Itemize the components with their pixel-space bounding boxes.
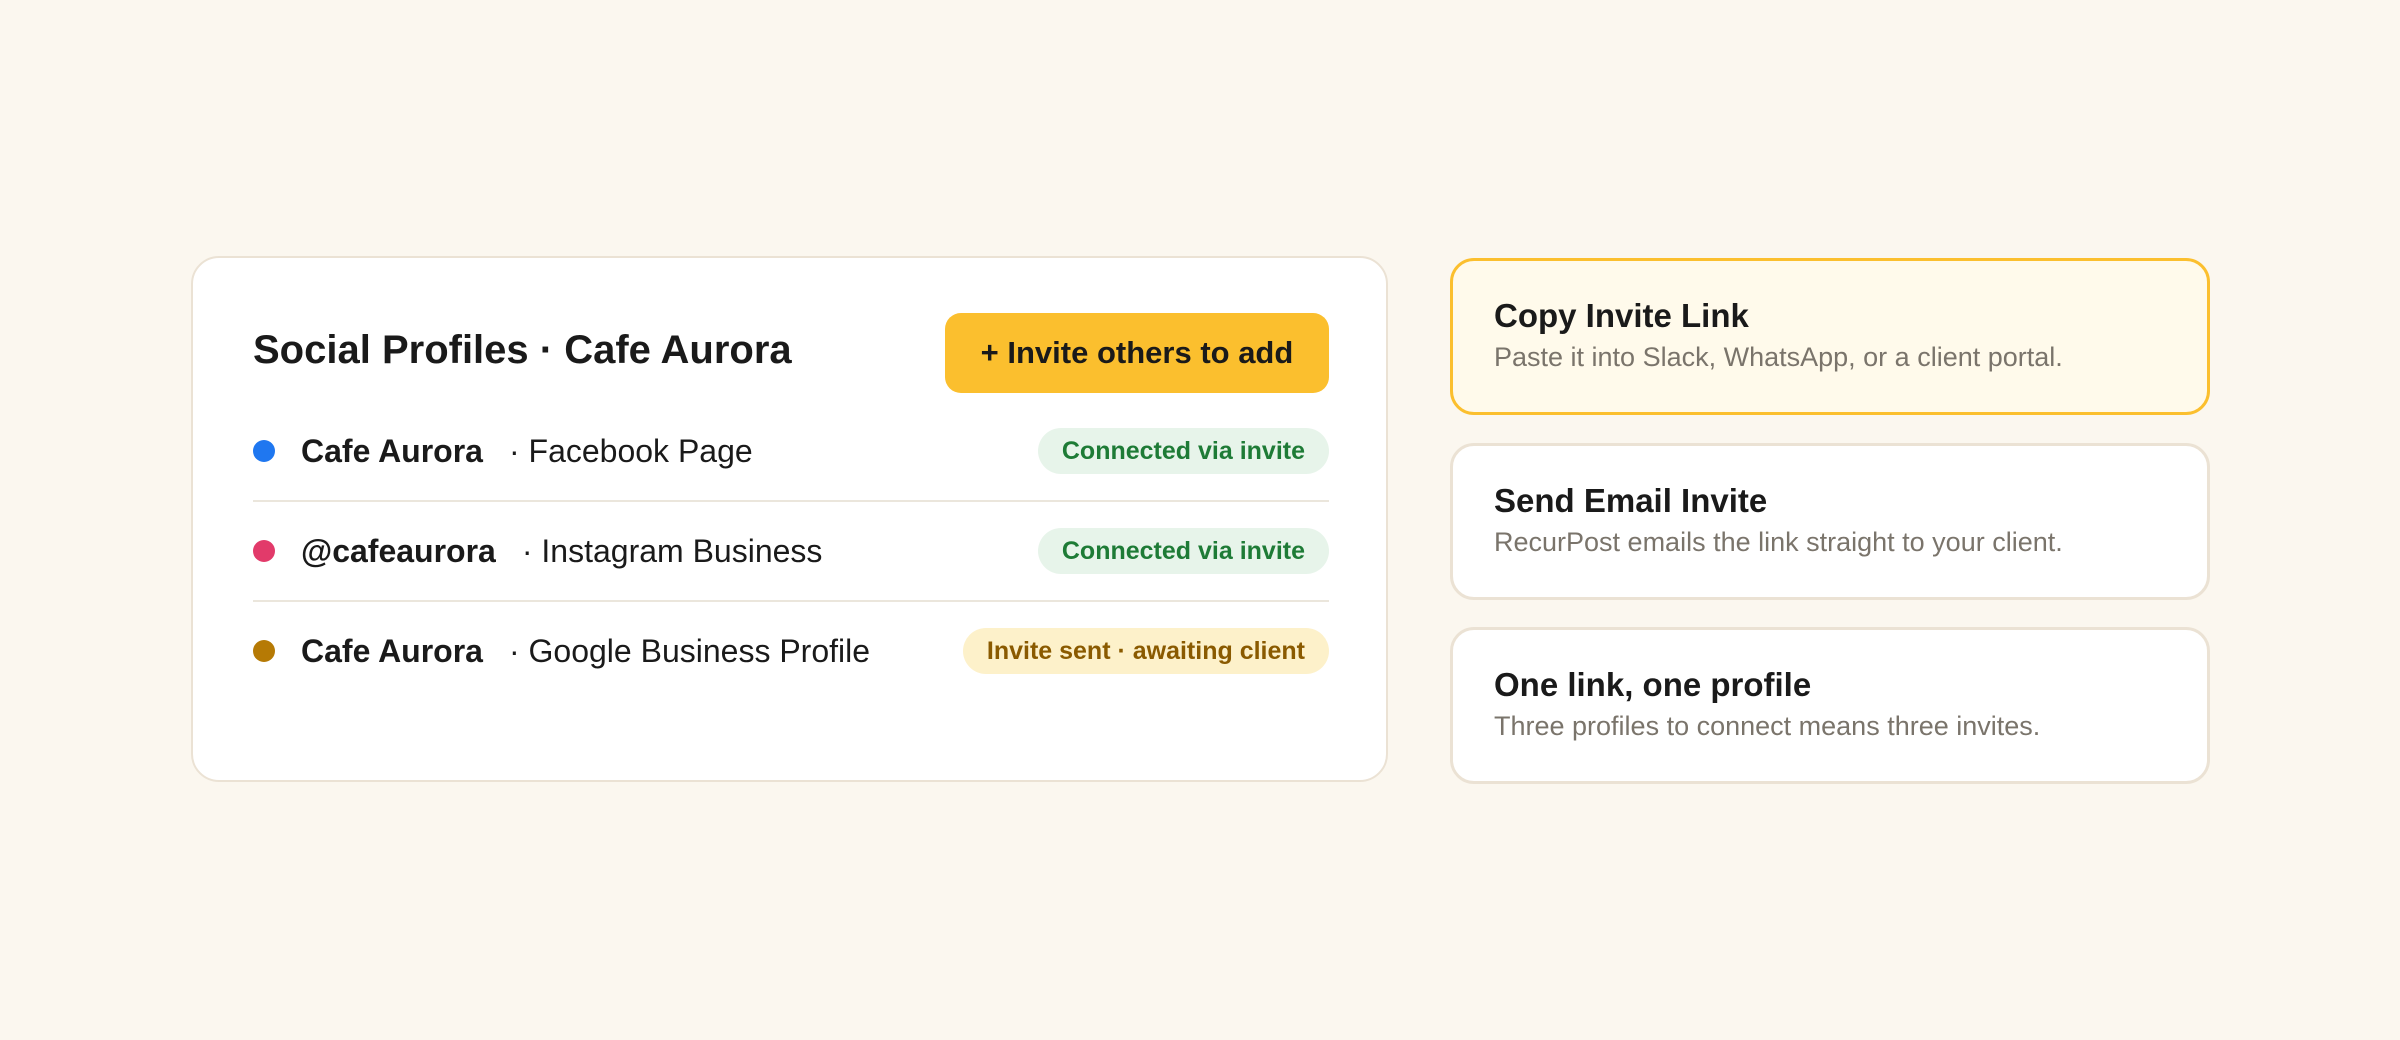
profile-type: · Facebook Page — [508, 432, 753, 469]
option-description: RecurPost emails the link straight to yo… — [1494, 526, 2063, 557]
one-link-one-profile-option[interactable]: One link, one profile Three profiles to … — [1450, 627, 2210, 784]
facebook-dot-icon — [253, 440, 275, 462]
profile-name: Cafe Aurora — [301, 632, 483, 669]
social-profiles-card: Social Profiles · Cafe Aurora + Invite o… — [191, 256, 1388, 782]
option-title: Send Email Invite — [1494, 482, 1768, 519]
status-badge: Connected via invite — [1037, 428, 1329, 474]
google-business-dot-icon — [253, 640, 275, 662]
profile-type: · Instagram Business — [521, 532, 823, 569]
status-badge: Connected via invite — [1037, 528, 1329, 574]
profile-row-google-business[interactable]: Cafe Aurora · Google Business Profile In… — [253, 602, 1329, 700]
option-title: Copy Invite Link — [1494, 297, 1749, 334]
copy-invite-link-option[interactable]: Copy Invite Link Paste it into Slack, Wh… — [1450, 258, 2210, 415]
profile-type: · Google Business Profile — [508, 632, 871, 669]
option-title: One link, one profile — [1494, 666, 1812, 703]
profile-name: Cafe Aurora — [301, 432, 483, 469]
profile-row-facebook[interactable]: Cafe Aurora · Facebook Page Connected vi… — [253, 402, 1329, 502]
send-email-invite-option[interactable]: Send Email Invite RecurPost emails the l… — [1450, 443, 2210, 600]
instagram-dot-icon — [253, 540, 275, 562]
invite-others-button[interactable]: + Invite others to add — [945, 313, 1329, 393]
profile-name: @cafeaurora — [301, 532, 496, 569]
profile-row-instagram[interactable]: @cafeaurora · Instagram Business Connect… — [253, 502, 1329, 602]
page-title: Social Profiles · Cafe Aurora — [253, 328, 792, 372]
profile-list: Cafe Aurora · Facebook Page Connected vi… — [253, 402, 1329, 700]
status-badge: Invite sent · awaiting client — [962, 628, 1329, 674]
option-description: Three profiles to connect means three in… — [1494, 710, 2041, 741]
option-description: Paste it into Slack, WhatsApp, or a clie… — [1494, 341, 2063, 372]
